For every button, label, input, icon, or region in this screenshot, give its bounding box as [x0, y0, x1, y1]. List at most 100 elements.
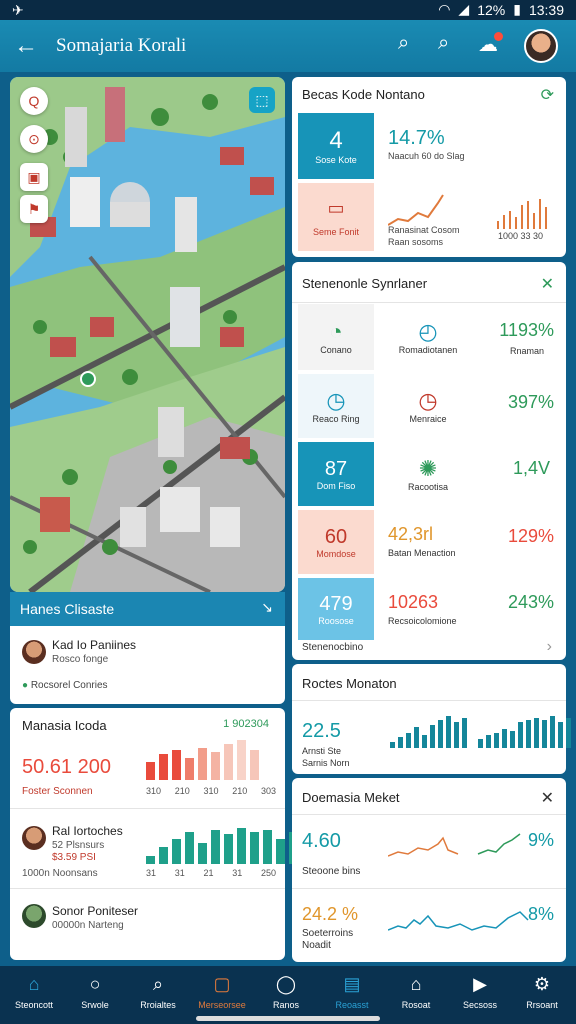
bar [446, 716, 451, 748]
bar [224, 834, 233, 864]
wifi-icon: ◠ [438, 1, 451, 17]
bar [224, 744, 233, 780]
search-icon[interactable]: ⌕ [398, 32, 409, 55]
layers-icon[interactable]: ▣ [20, 163, 48, 191]
panel2-r4-mid-label: Batan Menaction [388, 548, 456, 558]
nav-circle[interactable]: ○ Srwole [67, 974, 123, 1010]
chat-icon: ◯ [275, 974, 297, 994]
bar [494, 733, 499, 748]
city-map[interactable]: Q ⊙ ▣ ⚑ ⬚ [10, 77, 285, 592]
location-icon[interactable]: Q [20, 87, 48, 115]
summary-caption: Foster Sconnen [22, 786, 93, 797]
summary-card: Manasia Icoda 1 902304 50.61 200 Foster … [10, 708, 298, 960]
bar [438, 720, 443, 748]
nav-label: Steoncott [14, 1000, 54, 1010]
signal-icon: ◢ [458, 1, 470, 17]
row2-name: Ral Iortoches [52, 824, 123, 838]
close-icon[interactable]: ✕ [541, 788, 554, 808]
battery-percent: 12% [477, 1, 506, 18]
expand-icon[interactable]: ↘ [261, 599, 273, 616]
panel2-r2-mid: ◷ Menraice [382, 374, 474, 438]
panel2-r5-mid-label: Recsoicolomione [388, 616, 457, 626]
panel3-bars-1 [390, 716, 467, 748]
chevron-right-icon[interactable]: › [547, 638, 552, 656]
refresh-icon[interactable]: ⟳ [541, 85, 554, 105]
panel2-r4-mid-value: 42,3rl [388, 524, 434, 544]
panel2-r3-tile[interactable]: 87 Dom Fiso [298, 442, 374, 506]
nav-house[interactable]: ⌂ Rosoat [388, 974, 444, 1010]
nav-search[interactable]: ⌕ Rroialtes [130, 974, 186, 1010]
panel1-spark-sub1: Ranasinat Cosom [388, 225, 460, 235]
nav-inbox[interactable]: ▤ Reoasst [324, 974, 380, 1010]
filter-icon[interactable]: ⚑ [20, 195, 48, 223]
panel-monaton: Roctes Monaton 22.5 Arnsti Ste Sarnis No… [292, 664, 571, 774]
panel2-r4-label: Momdose [316, 548, 356, 559]
panel2-r4-tile[interactable]: 60 Momdose [298, 510, 374, 574]
panel-synrlaner: Stenenonle Synrlaner ✕ ◔ Conano ◴ Romadi… [292, 262, 566, 660]
panel2-r2-tile[interactable]: ◷ Reaco Ring [298, 374, 374, 438]
nav-media[interactable]: ▶ Secsoss [452, 974, 508, 1010]
panel4-v1: 4.60 [302, 830, 341, 852]
divider [292, 814, 566, 815]
bar [398, 737, 403, 748]
page-title: Somajaria Korali [56, 35, 187, 56]
person-card[interactable]: Kad Io Paniines Rosco fonge ● Rocsorel C… [10, 626, 285, 704]
panel4-line-2 [388, 911, 529, 931]
bar [159, 754, 168, 780]
row3-avatar [22, 904, 46, 928]
person-meta: ● Rocsorel Conries [22, 680, 108, 691]
panel4-p2: 8% [527, 904, 554, 924]
nav-messages[interactable]: ▢ Merseorsee [194, 974, 250, 1010]
panel1-spark-sub2: Raan sosoms [388, 237, 444, 247]
nav-label: Reoasst [335, 1000, 369, 1010]
media-icon: ▶ [473, 974, 487, 994]
bar [211, 752, 220, 780]
panel3-bars-2 [478, 716, 571, 748]
nav-label: Rosoat [401, 1000, 431, 1010]
bar [185, 758, 194, 780]
home-icon: ⌂ [28, 974, 40, 994]
nav-label: Merseorsee [198, 1000, 246, 1010]
panel4-p1: 9% [527, 830, 554, 850]
inbox-icon: ▤ [343, 974, 361, 994]
panel1-spark-ticks: 1000 33 30 [498, 231, 544, 241]
person-name: Kad Io Paniines [52, 638, 137, 652]
panel1-tile1[interactable]: 4 Sose Kote [298, 113, 374, 179]
bar [518, 722, 523, 748]
bar [566, 718, 571, 748]
divider [10, 808, 285, 809]
panel2-r2-value: 397% [507, 392, 554, 412]
back-arrow-icon[interactable]: ← [14, 32, 38, 60]
bar [462, 718, 467, 748]
panel2-r1-label: Conano [320, 345, 352, 355]
bar [558, 722, 563, 748]
bar [454, 722, 459, 748]
compass-icon[interactable]: ⊙ [20, 125, 48, 153]
xtick: 250 [260, 868, 276, 878]
fullscreen-icon[interactable]: ⬚ [249, 87, 275, 113]
chart-circle-icon: ◔ [329, 319, 343, 344]
summary-bar-chart [146, 740, 259, 780]
panel2-r4-value: 129% [507, 526, 554, 546]
panel2-r3-mid: ✺ Racootisa [382, 442, 474, 506]
panel3-value: 22.5 [302, 720, 341, 742]
panel2-r5-tile[interactable]: 479 Roosose [298, 578, 374, 640]
close-icon[interactable]: ✕ [541, 274, 554, 294]
nav-label: Srwole [81, 1000, 109, 1010]
bar [526, 720, 531, 748]
avatar[interactable] [524, 29, 558, 63]
panel2-r5-num: 479 [319, 592, 353, 615]
panel1-metric: 14.7% [388, 127, 445, 149]
search-icon-2[interactable]: ⌕ [438, 32, 449, 55]
nav-settings[interactable]: ⚙ Rrsoant [514, 974, 570, 1010]
panel1-tile2[interactable]: ▭ Seme Fonit [298, 183, 374, 251]
panel2-r5-label: Roosose [318, 615, 354, 626]
panel4-line-1 [388, 833, 521, 857]
panel2-r1-tile[interactable]: ◔ Conano [298, 304, 374, 370]
nav-home[interactable]: ⌂ Steoncott [6, 974, 62, 1010]
panel1-sparkline [388, 194, 547, 229]
airplane-icon: ✈ [12, 2, 24, 18]
nav-chat[interactable]: ◯ Ranos [258, 974, 314, 1010]
row2-sub3: 1000n Noonsans [22, 868, 98, 879]
panel2-r1-value: 1193% [499, 320, 554, 340]
